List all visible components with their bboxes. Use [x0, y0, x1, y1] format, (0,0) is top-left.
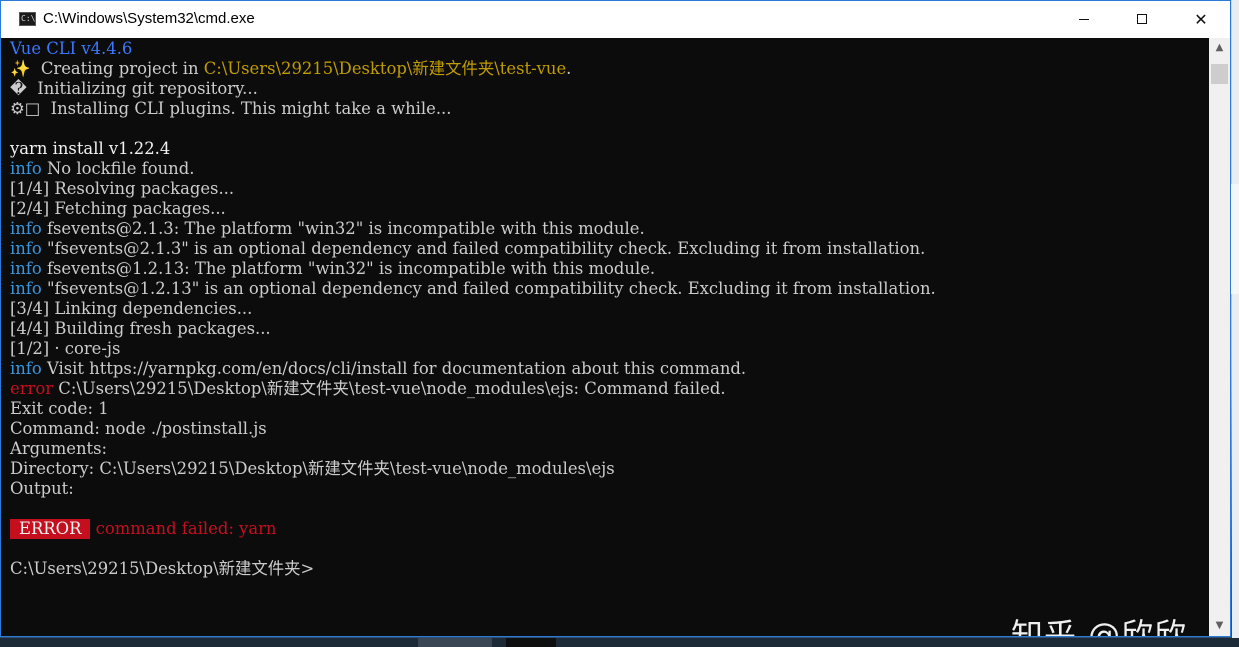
console-text: info — [10, 159, 42, 178]
console-line: [1/2] · core-js — [10, 339, 936, 359]
console-text: � Initializing git repository... — [10, 79, 258, 98]
console-text: Output: — [10, 479, 74, 498]
console-line: info Visit https://yarnpkg.com/en/docs/c… — [10, 359, 936, 379]
console-line: Arguments: — [10, 439, 936, 459]
console-text: Vue CLI v4.4.6 — [10, 39, 133, 58]
console-line: ⚙□ Installing CLI plugins. This might ta… — [10, 99, 936, 119]
taskbar-item-vue[interactable] — [506, 638, 556, 647]
console-line: info fsevents@2.1.3: The platform "win32… — [10, 219, 936, 239]
console-line: ERROR command failed: yarn — [10, 519, 936, 539]
console-line: ✨ Creating project in C:\Users\29215\Des… — [10, 59, 936, 79]
cmd-app-icon[interactable]: C:\ — [19, 12, 36, 26]
console-text: [3/4] Linking dependencies... — [10, 299, 253, 318]
console-text: yarn install v1.22.4 — [10, 139, 171, 158]
console-line: C:\Users\29215\Desktop\新建文件夹> — [10, 559, 936, 579]
console-text: info — [10, 239, 42, 258]
console-text: ⚙□ Installing CLI plugins. This might ta… — [10, 99, 452, 118]
console-text: info — [10, 359, 42, 378]
console-text: [1/2] · core-js — [10, 339, 121, 358]
close-button[interactable]: ✕ — [1172, 1, 1230, 38]
console-line: info fsevents@1.2.13: The platform "win3… — [10, 259, 936, 279]
close-icon: ✕ — [1194, 10, 1208, 29]
console-text: No lockfile found. — [41, 159, 195, 178]
console-line: error C:\Users\29215\Desktop\新建文件夹\test-… — [10, 379, 936, 399]
console-text: info — [10, 219, 42, 238]
maximize-button[interactable] — [1113, 1, 1171, 38]
scroll-up-arrow-icon[interactable]: ▲ — [1209, 38, 1230, 58]
console-line: [1/4] Resolving packages... — [10, 179, 936, 199]
console-text: Directory: C:\Users\29215\Desktop\新建文件夹\… — [10, 459, 615, 478]
window-title: C:\Windows\System32\cmd.exe — [43, 10, 255, 27]
scroll-thumb[interactable] — [1211, 64, 1228, 84]
console-text: [2/4] Fetching packages... — [10, 199, 226, 218]
console-text: "fsevents@1.2.13" is an optional depende… — [41, 279, 936, 298]
console-text: info — [10, 259, 42, 278]
console-text: [4/4] Building fresh packages... — [10, 319, 271, 338]
console-text: ✨ Creating project in — [10, 59, 204, 78]
console-line: [4/4] Building fresh packages... — [10, 319, 936, 339]
console-line: yarn install v1.22.4 — [10, 139, 936, 159]
console-text: Exit code: 1 — [10, 399, 109, 418]
console-text: Command: node ./postinstall.js — [10, 419, 267, 438]
console-text: "fsevents@2.1.3" is an optional dependen… — [41, 239, 926, 258]
console-text: C:\Users\29215\Desktop\新建文件夹> — [10, 559, 315, 578]
console-text: . — [566, 59, 572, 78]
cmd-window: C:\ C:\Windows\System32\cmd.exe ✕ Vue CL… — [0, 0, 1231, 637]
console-text: [1/4] Resolving packages... — [10, 179, 235, 198]
vertical-scrollbar[interactable]: ▲ ▼ — [1209, 38, 1230, 636]
taskbar-item[interactable] — [418, 638, 492, 647]
minimize-icon — [1079, 19, 1089, 20]
console-line: � Initializing git repository... — [10, 79, 936, 99]
console-text: info — [10, 279, 42, 298]
minimize-button[interactable] — [1055, 1, 1113, 38]
console-text: C:\Users\29215\Desktop\新建文件夹\test-vue — [203, 59, 567, 78]
console-text: error — [10, 379, 54, 398]
console-output[interactable]: Vue CLI v4.4.6 ✨ Creating project in C:\U… — [1, 38, 1209, 636]
console-text: fsevents@2.1.3: The platform "win32" is … — [41, 219, 645, 238]
console-text: Arguments: — [10, 439, 108, 458]
maximize-icon — [1137, 14, 1147, 24]
console-line: info No lockfile found. — [10, 159, 936, 179]
console-line: [3/4] Linking dependencies... — [10, 299, 936, 319]
console-line: Vue CLI v4.4.6 — [10, 39, 936, 59]
title-bar[interactable]: C:\ C:\Windows\System32\cmd.exe ✕ — [1, 1, 1230, 38]
console-line: Output: — [10, 479, 936, 499]
console-line: Exit code: 1 — [10, 399, 936, 419]
console-line: info "fsevents@2.1.3" is an optional dep… — [10, 239, 936, 259]
console-text: Visit https://yarnpkg.com/en/docs/cli/in… — [41, 359, 747, 378]
console-line: Directory: C:\Users\29215\Desktop\新建文件夹\… — [10, 459, 936, 479]
watermark-text: 知乎 @欣欣 — [1011, 616, 1188, 636]
console-lines: Vue CLI v4.4.6 ✨ Creating project in C:\U… — [10, 39, 936, 579]
error-badge: ERROR — [10, 519, 91, 539]
console-text: fsevents@1.2.13: The platform "win32" is… — [41, 259, 656, 278]
console-text: C:\Users\29215\Desktop\新建文件夹\test-vue\no… — [53, 379, 726, 398]
scroll-down-arrow-icon[interactable]: ▼ — [1209, 616, 1230, 636]
console-text: command failed: yarn — [90, 519, 277, 538]
console-line: info "fsevents@1.2.13" is an optional de… — [10, 279, 936, 299]
console-line: Command: node ./postinstall.js — [10, 419, 936, 439]
desktop-edge — [1232, 0, 1239, 647]
taskbar — [0, 638, 1239, 647]
console-line: [2/4] Fetching packages... — [10, 199, 936, 219]
